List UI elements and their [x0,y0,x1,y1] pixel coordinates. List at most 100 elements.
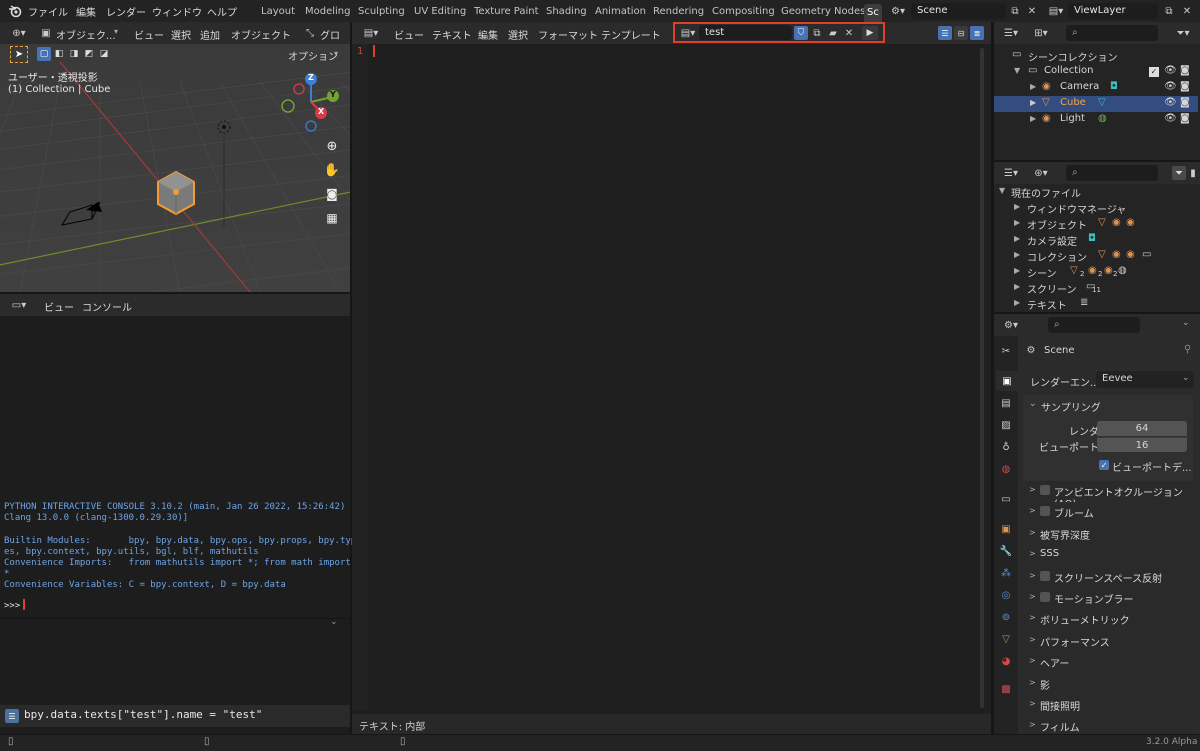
properties-search-input[interactable]: ⌕ [1048,317,1140,333]
camera-render-icon[interactable]: ◙ [1180,65,1190,76]
properties-panel[interactable]: > パフォーマンス [1023,630,1193,650]
properties-panel[interactable]: >アンビエントオクルージョン(AO) [1023,481,1193,510]
blend-file-row[interactable]: ▶ ウィンドウマネージャ [994,200,1198,216]
delete-scene-icon[interactable]: ✕ [1025,4,1039,18]
tab-uv-editing[interactable]: UV Editing [414,6,466,17]
tab-sculpting[interactable]: Sculpting [358,6,405,17]
tab-compositing[interactable]: Compositing [712,6,775,17]
menu-help[interactable]: ヘルプ [207,4,237,19]
tab-texture-paint[interactable]: Texture Paint [474,6,539,17]
text-name-field[interactable]: test [699,25,792,40]
blend-file-row[interactable]: ▶ カメラ設定 ◘ [994,232,1198,248]
blend-file-root[interactable]: ▼ 現在のファイル [994,184,1198,200]
pan-hand-icon[interactable]: ✋ [322,160,342,180]
camera-view-icon[interactable]: ◙ [322,184,342,204]
camera-render-icon[interactable]: ◙ [1180,113,1190,124]
constraints-tab-icon[interactable]: ⊚ [999,610,1013,624]
viewport-menu-object[interactable]: オブジェクト [231,27,291,42]
text-browse-icon[interactable]: ▤▾ [678,26,698,40]
blend-file-row[interactable]: ▶ シーン ▽ 2 ◉ 2 ◉ 2 ◍ [994,264,1198,280]
properties-panel[interactable]: > ヘアー [1023,652,1193,672]
chevron-down-icon[interactable]: ⌄ [1029,399,1037,409]
line-numbers-toggle-icon[interactable]: ☰ [938,26,952,40]
word-wrap-toggle-icon[interactable]: ⊟ [954,26,968,40]
panel-enable-checkbox[interactable] [1040,592,1050,602]
properties-area[interactable]: ⚙▾ ⌕ ⌄ ✂ ▣ ▤ ▨ ♁ ◍ ▭ ▣ 🔧 ⁂ ◎ ⊚ ▽ ◕ ▩ ⚙ S… [994,314,1200,734]
tab-shading[interactable]: Shading [546,6,587,17]
options-dropdown[interactable]: オプション ▾ [282,46,344,63]
open-folder-icon[interactable]: ▰ [826,26,840,40]
panel-enable-checkbox[interactable] [1040,570,1050,581]
menu-window[interactable]: ウィンドウ [152,4,202,19]
render-engine-dropdown[interactable]: Eevee ⌄ [1096,371,1194,388]
perspective-grid-icon[interactable]: ▦ [322,208,342,228]
eye-icon[interactable]: 👁 [1164,81,1177,92]
select-subtract-icon[interactable]: ◨ [67,47,81,61]
transform-orientation-icon[interactable]: ⤡ [304,26,316,40]
menu-edit[interactable]: 編集 [76,4,96,19]
properties-panel[interactable]: > 被写界深度 [1023,523,1193,543]
outliner-editor-type-icon[interactable]: ☰▾ [1000,26,1022,40]
render-samples-field[interactable]: 64 [1097,421,1187,436]
viewport-denoise-checkbox[interactable]: ✓ [1099,460,1109,470]
navigation-gizmo[interactable]: Z Y X [278,70,344,136]
text-editor-type-icon[interactable]: ▤▾ [360,26,382,40]
zoom-icon[interactable]: ⊕ [322,136,342,156]
text-menu-view[interactable]: ビュー [394,27,424,42]
blend-file-row[interactable]: ▶ オブジェクト ▽ ◉ ◉ [994,216,1198,232]
object-tab-icon[interactable]: ▣ [999,522,1013,536]
syntax-highlight-toggle-icon[interactable]: ≣ [970,26,984,40]
camera-render-icon[interactable]: ◙ [1180,97,1190,108]
delete-view-layer-icon[interactable]: ✕ [1180,4,1194,18]
console-area[interactable]: ▭▾ ビュー コンソール PYTHON INTERACTIVE CONSOLE … [0,294,356,618]
text-menu-edit[interactable]: 編集 [478,27,498,42]
blend-file-row[interactable]: ▶ テキスト ≣ [994,296,1198,312]
outliner-search-input[interactable]: ⌕ [1066,25,1158,41]
display-mode-icon[interactable]: ⊞▾ [1030,26,1052,40]
menu-render[interactable]: レンダー [106,4,146,19]
filter-icon[interactable]: ⏷ [1172,166,1186,180]
console-editor-type-icon[interactable]: ▭▾ [8,298,30,312]
properties-panel[interactable]: > フィルム [1023,716,1193,734]
viewport-samples-field[interactable]: 16 [1097,437,1187,452]
world-tab-icon[interactable]: ◍ [999,462,1013,476]
properties-panel[interactable]: > 間接照明 [1023,695,1193,714]
properties-panel[interactable]: > スクリーンスペース反射 [1023,566,1193,586]
select-invert-icon[interactable]: ◩ [82,47,96,61]
select-box-icon[interactable]: ▢ [37,47,51,61]
viewport-menu-select[interactable]: 選択 [171,27,191,42]
scene-tab-icon[interactable]: ♁ [999,440,1013,454]
properties-panel[interactable]: > ボリューメトリック [1023,609,1193,629]
outliner-row-cube[interactable]: ▶ ▽ Cube ▽ 👁 ◙ [994,96,1198,112]
material-tab-icon[interactable]: ◕ [999,654,1013,668]
eye-icon[interactable]: 👁 [1164,65,1177,76]
mode-dropdown[interactable]: オブジェク... [56,27,116,42]
outliner-scene-collection[interactable]: ▭ シーンコレクション [994,48,1198,64]
select-intersect-icon[interactable]: ◪ [97,47,111,61]
console-menu-view[interactable]: ビュー [44,299,74,314]
eye-icon[interactable]: 👁 [1164,113,1177,124]
pin-icon[interactable]: ⚲ [1184,344,1191,355]
info-area[interactable]: ⌄ ☰ bpy.data.texts["test"].name = "test" [0,617,350,734]
properties-editor-type-icon[interactable]: ⚙▾ [1000,318,1022,332]
texture-tab-icon[interactable]: ▩ [999,682,1013,696]
fake-user-shield-icon[interactable]: ⛉ [794,26,808,40]
outliner-row-collection[interactable]: ▼ ▭ Collection ✓ 👁 ◙ [994,64,1198,80]
scene-icon[interactable]: ⚙▾ [888,4,908,18]
blend-file-row[interactable]: ▶ コレクション ▽ ◉ ◉ ▭ [994,248,1198,264]
particles-tab-icon[interactable]: ⁂ [999,566,1013,580]
text-menu-select[interactable]: 選択 [508,27,528,42]
menu-file[interactable]: ファイル [28,4,68,19]
text-editor-area[interactable]: ▤▾ ビュー テキスト 編集 選択 フォーマット テンプレート ▤▾ test … [352,22,991,734]
modifier-tab-icon[interactable]: 🔧 [999,544,1013,558]
panel-enable-checkbox[interactable] [1040,506,1050,517]
view-layer-field[interactable]: ViewLayer [1068,3,1158,19]
unlink-text-icon[interactable]: ✕ [842,26,856,40]
output-tab-icon[interactable]: ▤ [999,396,1013,410]
render-tab-icon[interactable]: ▣ [996,371,1018,391]
view-layer-icon[interactable]: ▤▾ [1046,4,1066,18]
text-menu-format[interactable]: フォーマット [538,27,598,42]
viewport-menu-view[interactable]: ビュー [134,27,164,42]
tab-rendering[interactable]: Rendering [653,6,704,17]
blend-file-area[interactable]: ☰▾ ⊛▾ ⌕ ⏷ ▮ ▼ 現在のファイル ▶ ウィンドウマネージャ ▶ オブジェクト… [994,162,1200,312]
